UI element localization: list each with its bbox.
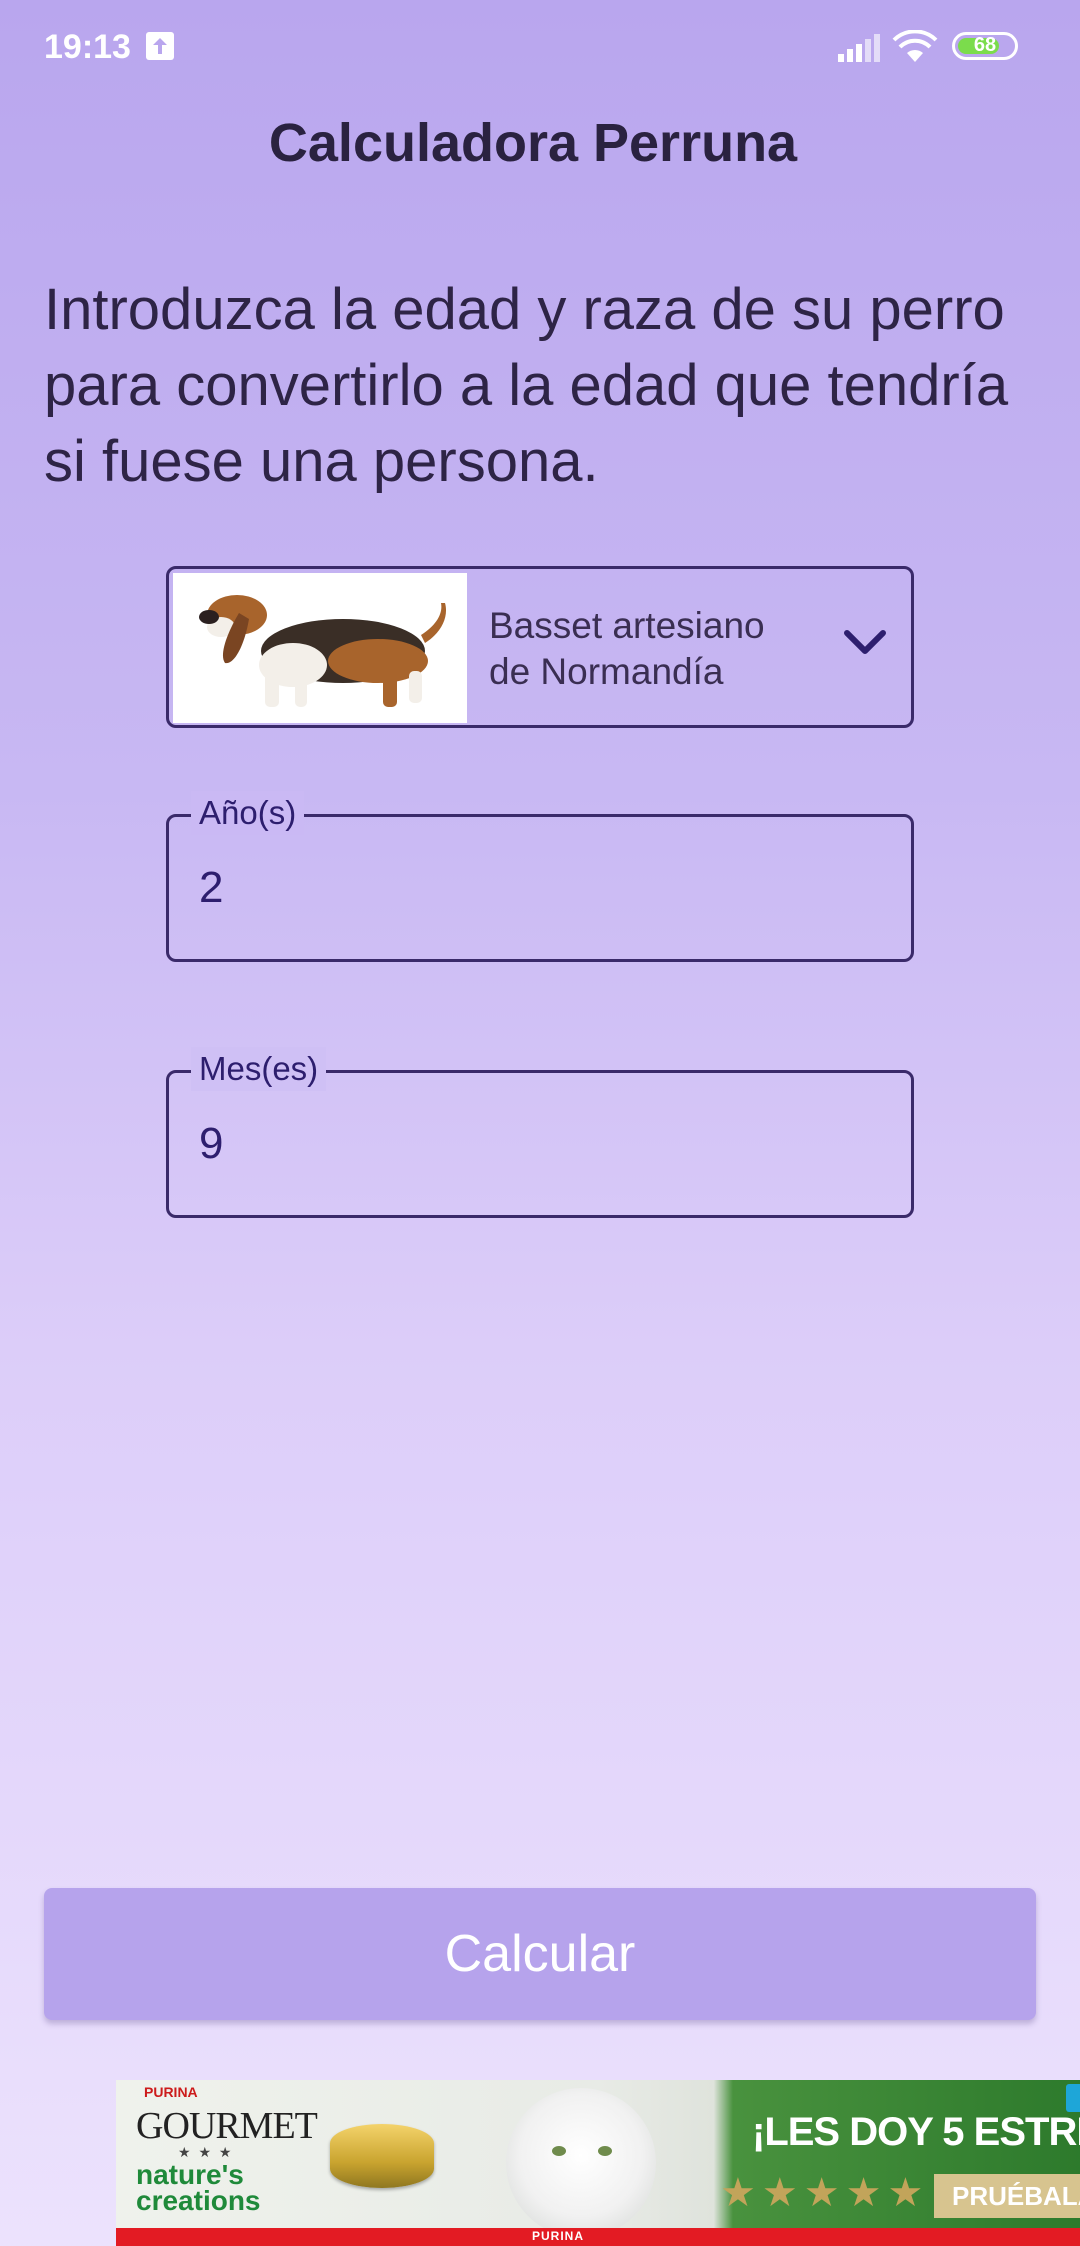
status-time: 19:13 — [44, 28, 131, 66]
status-bar: 19:13 68 — [0, 0, 1080, 96]
ad-subbrand: nature's creations — [136, 2159, 261, 2216]
battery-icon: 68 — [952, 32, 1018, 60]
signal-icon — [838, 34, 882, 67]
chevron-down-icon — [843, 627, 887, 662]
upload-icon — [146, 32, 174, 60]
months-field[interactable]: Mes(es) 9 — [166, 1047, 914, 1218]
months-field-value[interactable]: 9 — [199, 1119, 223, 1169]
ad-cta-button[interactable]: PRUÉBALA — [934, 2174, 1080, 2218]
ad-headline: ¡LES DOY 5 ESTRELLAS — [752, 2110, 1080, 2154]
wifi-icon — [892, 29, 938, 69]
months-field-label: Mes(es) — [191, 1047, 327, 1091]
ad-cat-image — [506, 2088, 656, 2238]
years-field-label: Año(s) — [191, 791, 305, 835]
breed-dropdown[interactable]: Basset artesiano de Normandía — [166, 566, 914, 728]
moon-icon[interactable] — [988, 118, 1028, 168]
ad-brand: GOURMET — [136, 2105, 318, 2147]
ad-info-icon[interactable] — [1066, 2084, 1080, 2112]
calculate-button[interactable]: Calcular — [44, 1888, 1036, 2020]
ad-footer-logo: PURINA — [532, 2229, 585, 2243]
battery-percentage: 68 — [973, 34, 997, 56]
dog-breed-image — [173, 573, 467, 723]
intro-text: Introduzca la edad y raza de su perro pa… — [44, 277, 1009, 494]
ad-rating-stars-icon: ★★★★★ — [720, 2171, 930, 2215]
years-field-value[interactable]: 2 — [199, 863, 223, 913]
ad-footer-strip: PURINA — [116, 2228, 1080, 2246]
app-title: Calculadora Perruna — [268, 113, 798, 173]
selected-breed: Basset artesiano de Normandía — [489, 605, 765, 692]
ad-product-can-image — [330, 2124, 434, 2188]
ad-purina-label: PURINA — [144, 2084, 198, 2100]
ad-banner[interactable]: PURINA GOURMET ★ ★ ★ nature's creations … — [116, 2080, 1080, 2246]
years-field[interactable]: Año(s) 2 — [166, 791, 914, 962]
